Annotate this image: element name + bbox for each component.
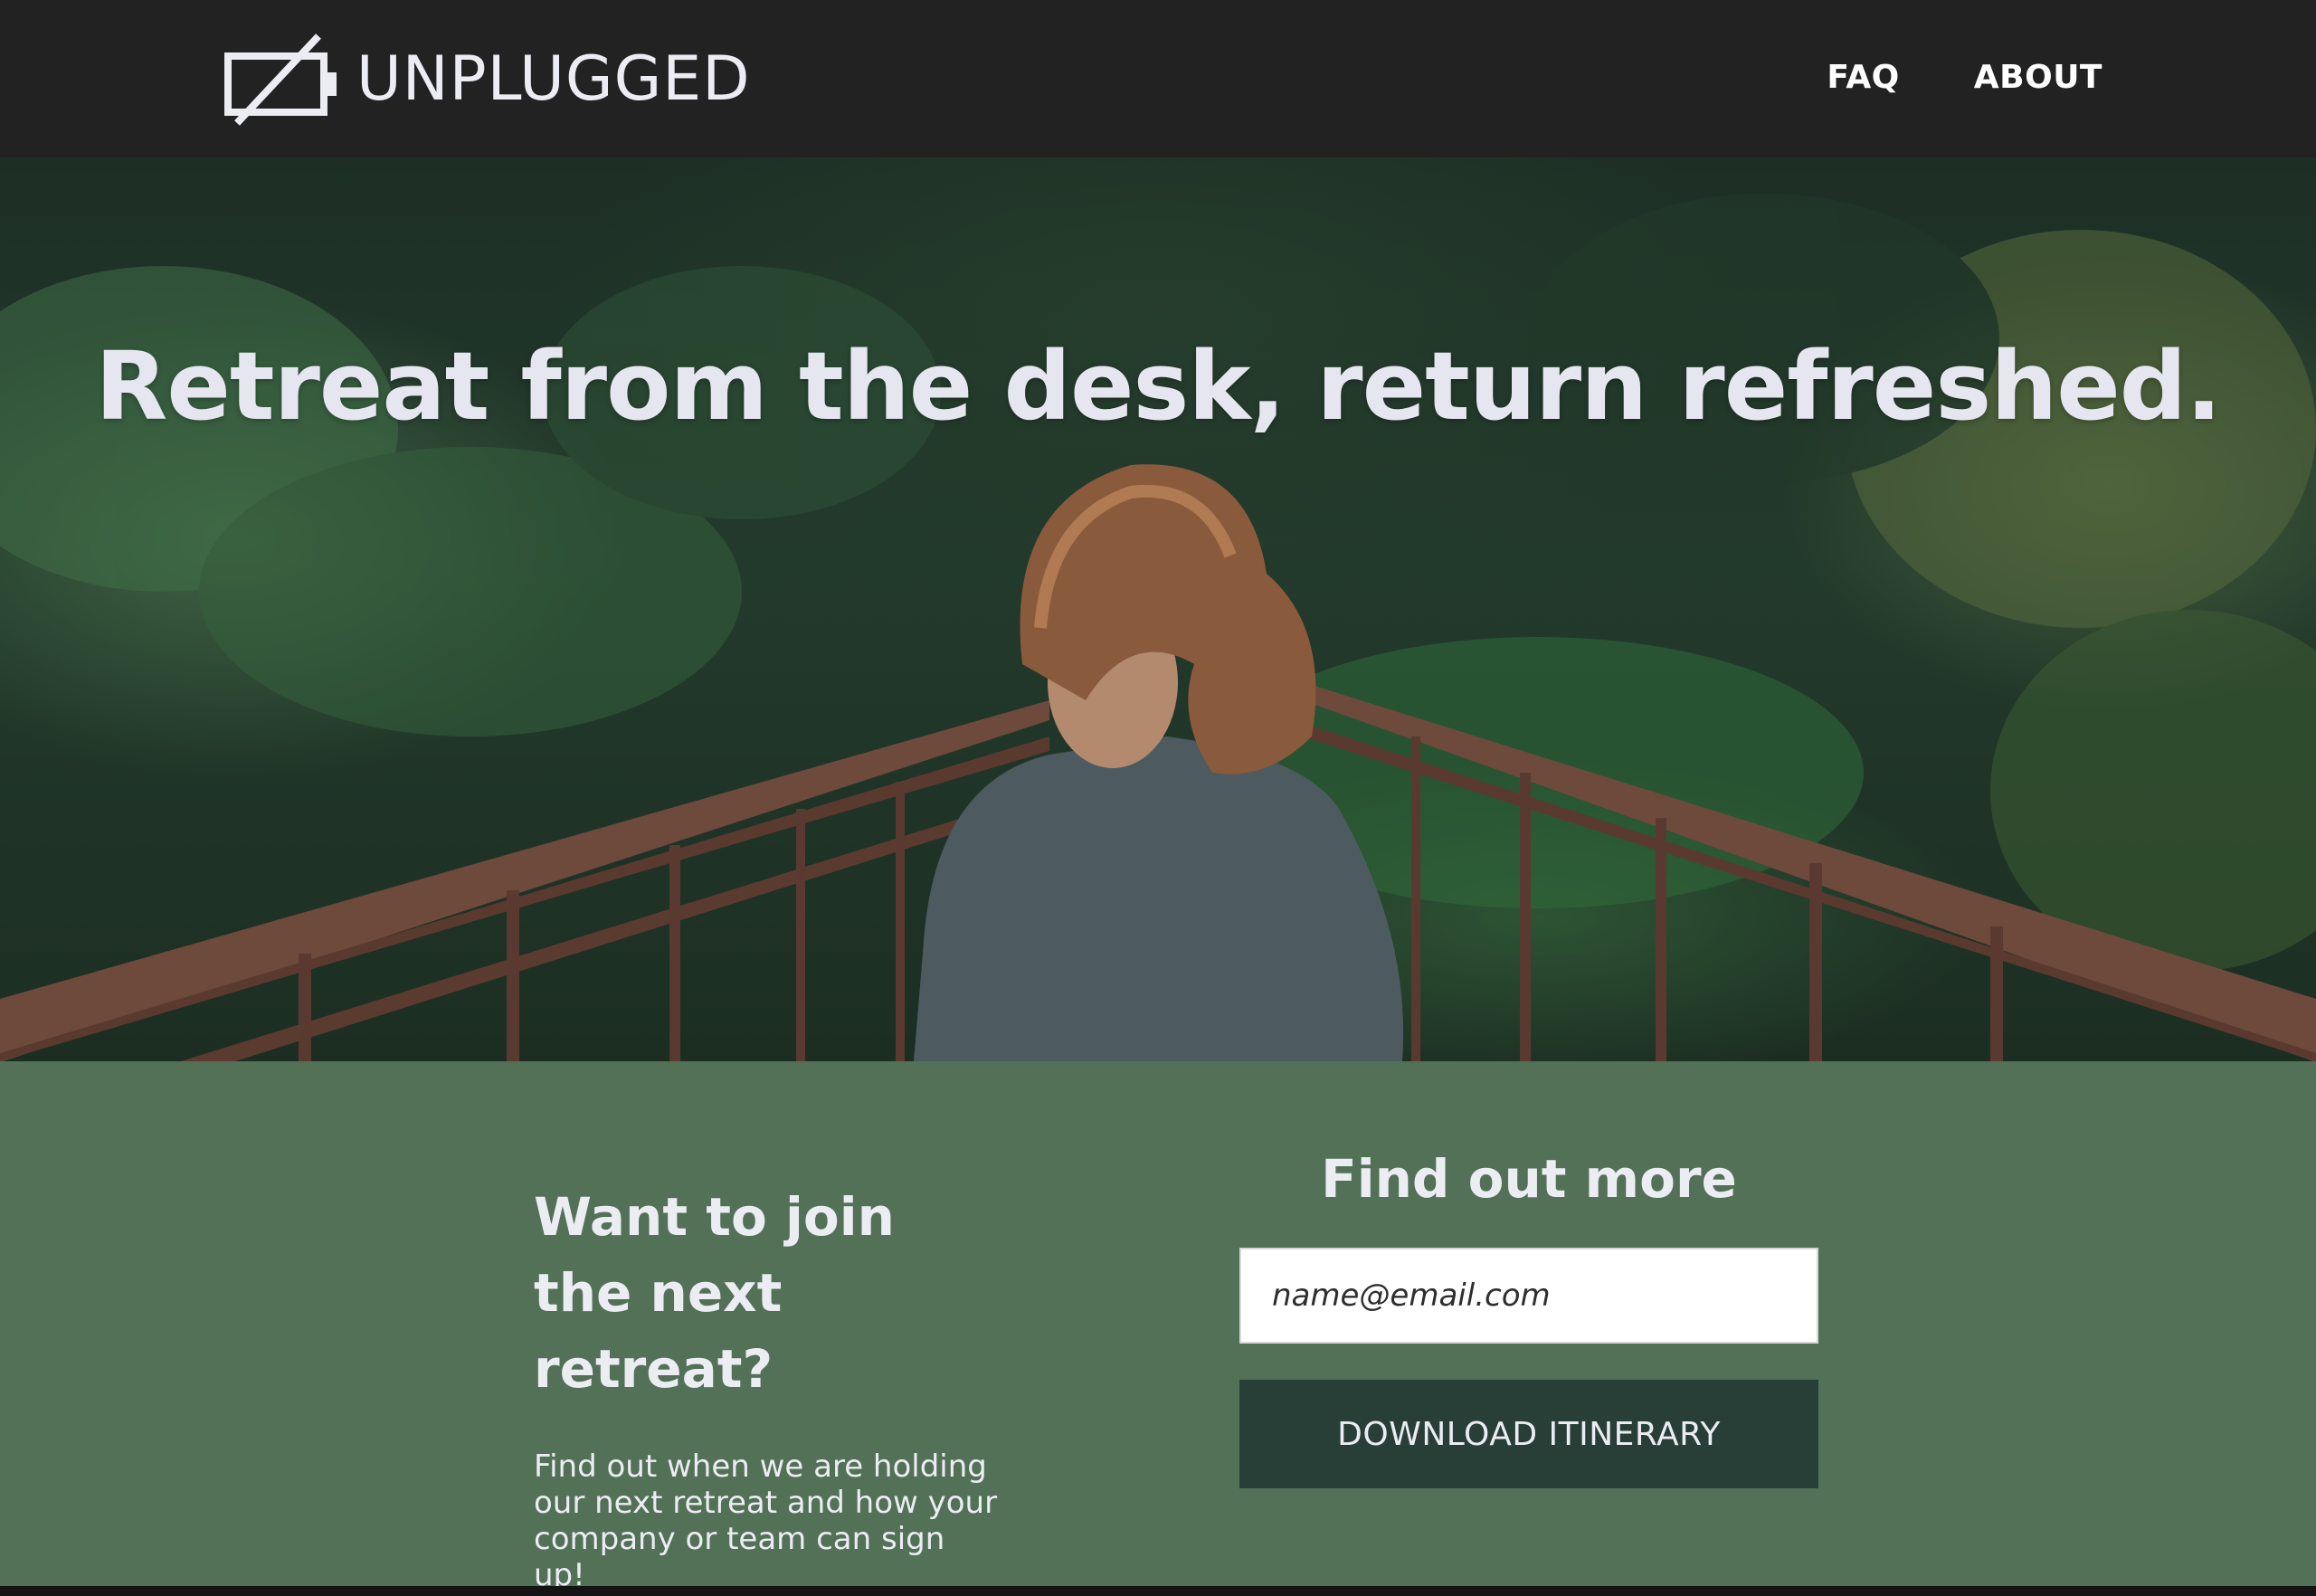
form-heading: Find out more xyxy=(1321,1148,1737,1210)
hero-image xyxy=(0,194,2316,1061)
signup-info: Want to join the next retreat? Find out … xyxy=(534,1179,1004,1593)
site-header: UNPLUGGED FAQ ABOUT xyxy=(0,0,2316,157)
nav-link-about[interactable]: ABOUT xyxy=(1974,52,2102,103)
signup-heading: Want to join the next retreat? xyxy=(534,1186,895,1400)
logo[interactable]: UNPLUGGED xyxy=(224,33,751,127)
signup-section: Want to join the next retreat? Find out … xyxy=(0,1061,2316,1593)
footer-strip xyxy=(0,1586,2316,1596)
signup-form: Find out more DOWNLOAD ITINERARY xyxy=(1239,1134,1818,1488)
signup-description: Find out when we are holding our next re… xyxy=(534,1449,998,1593)
email-input[interactable] xyxy=(1239,1248,1818,1344)
hero-title: Retreat from the desk, return refreshed. xyxy=(95,331,2222,442)
battery-off-icon xyxy=(224,33,337,126)
hero-section: Retreat from the desk, return refreshed. xyxy=(0,157,2316,1061)
download-itinerary-button[interactable]: DOWNLOAD ITINERARY xyxy=(1239,1380,1818,1488)
nav-link-faq[interactable]: FAQ xyxy=(1827,52,1899,103)
logo-text: UNPLUGGED xyxy=(356,43,751,115)
main-nav: FAQ ABOUT xyxy=(1827,52,2102,103)
